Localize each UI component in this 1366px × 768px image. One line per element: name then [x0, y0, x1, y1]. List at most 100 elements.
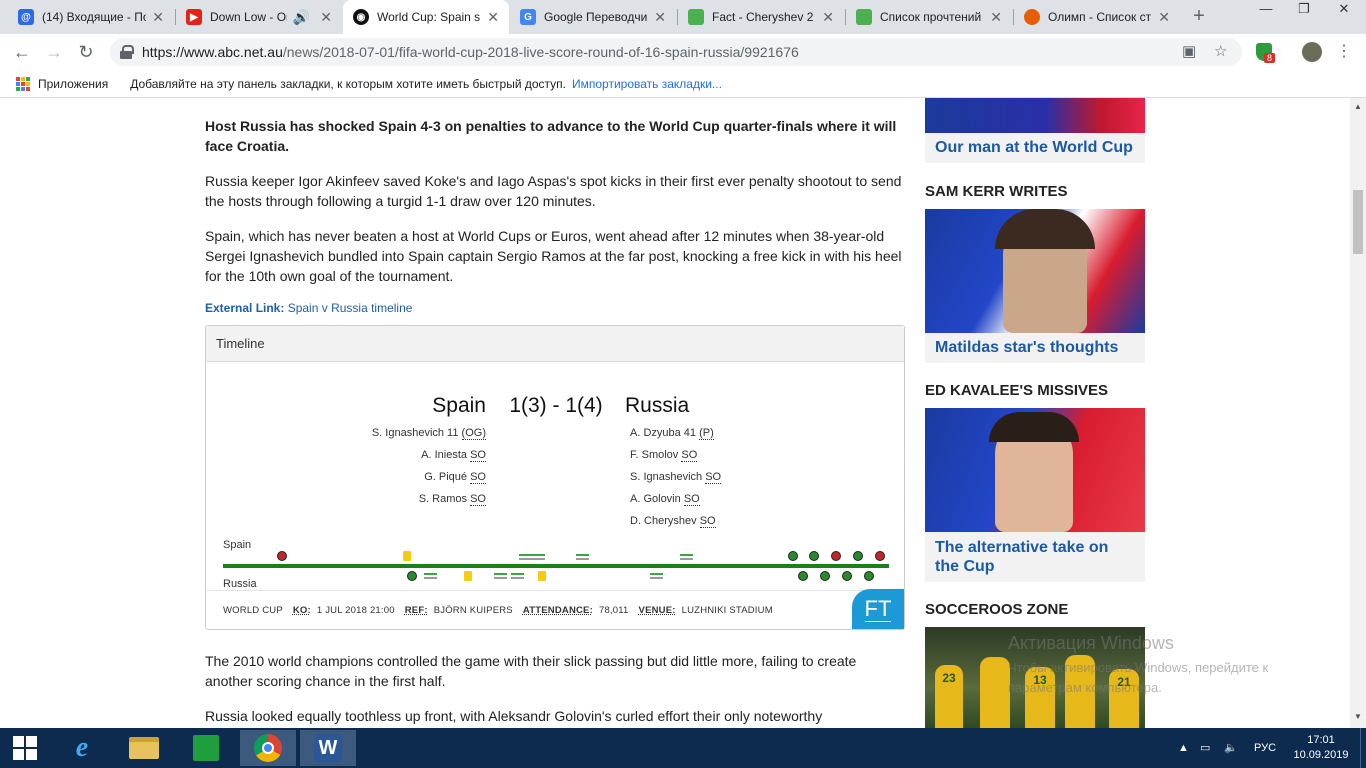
close-tab-icon[interactable]: ✕	[152, 9, 164, 26]
reload-button[interactable]: ↻	[74, 40, 98, 64]
tab-google-translate[interactable]: G Google Переводчи ✕	[510, 0, 676, 34]
forward-button[interactable]: →	[42, 40, 66, 64]
scorer: A. Golovin SO	[630, 493, 700, 506]
import-bookmarks-link[interactable]: Импортировать закладки...	[572, 77, 722, 91]
timeline-footer: WORLD CUP KO: 1 JUL 2018 21:00 REF: BJÖRN …	[206, 590, 906, 630]
card-our-man[interactable]: Our man at the World Cup	[925, 98, 1145, 163]
volume-icon[interactable]: 🔈	[1224, 728, 1238, 768]
timeline-header: Timeline	[206, 326, 904, 362]
speaker-icon[interactable]: 🔊	[293, 9, 310, 26]
penalty-scored-icon[interactable]	[842, 571, 852, 581]
penalty-scored-icon[interactable]	[788, 551, 798, 561]
tab-fact[interactable]: Fact - Cheryshev 2 ✕	[678, 0, 844, 34]
taskbar-ie[interactable]: e	[56, 730, 108, 766]
restore-button[interactable]: ❐	[1284, 0, 1324, 20]
card-caption[interactable]: Matildas star's thoughts	[925, 333, 1145, 363]
close-tab-icon[interactable]: ✕	[487, 9, 499, 26]
match-timeline: Timeline Spain 1(3) - 1(4) Russia S. Ign…	[205, 325, 906, 630]
goal-icon[interactable]	[407, 571, 417, 581]
article-paragraph: The 2010 world champions controlled the …	[205, 653, 857, 689]
activation-watermark-title: Активация Windows	[1008, 633, 1174, 653]
close-tab-icon[interactable]: ✕	[822, 9, 834, 26]
address-bar[interactable]: https://www.abc.net.au/news/2018-07-01/f…	[110, 38, 1242, 66]
new-tab-button[interactable]: +	[1187, 4, 1211, 28]
apps-icon[interactable]	[16, 76, 30, 91]
substitution-icon[interactable]	[650, 572, 663, 580]
activation-watermark-text: Чтобы активировать Windows, перейдите к …	[1008, 660, 1269, 695]
youtube-icon: ▶	[186, 9, 202, 25]
substitution-icon[interactable]	[576, 553, 589, 561]
card-ed-kavalee[interactable]: The alternative take on the Cup	[925, 408, 1145, 582]
chrome-icon	[254, 734, 282, 762]
card-sam-kerr[interactable]: Matildas star's thoughts	[925, 209, 1145, 363]
penalty-missed-icon[interactable]	[875, 551, 885, 561]
tab-abc-news[interactable]: ◉ World Cup: Spain s ✕	[343, 0, 509, 34]
scorer: S. Ignashevich 11 (OG)	[371, 427, 486, 440]
substitution-icon[interactable]	[519, 553, 532, 561]
lock-icon	[120, 45, 134, 59]
close-tab-icon[interactable]: ✕	[320, 9, 332, 26]
penalty-missed-icon[interactable]	[831, 551, 841, 561]
extension-shield-icon[interactable]: 8	[1256, 43, 1276, 63]
substitution-icon[interactable]	[424, 572, 437, 580]
scorer: F. Smolov SO	[630, 449, 698, 462]
browser-toolbar: ← → ↻ https://www.abc.net.au/news/2018-0…	[0, 34, 1366, 70]
back-button[interactable]: ←	[10, 40, 34, 64]
away-scorers: A. Dzyuba 41 (P) F. Smolov SO S. Ignashe…	[630, 422, 722, 532]
penalty-scored-icon[interactable]	[809, 551, 819, 561]
penalty-scored-icon[interactable]	[798, 571, 808, 581]
external-link[interactable]: External Link: Spain v Russia timeline	[205, 301, 905, 315]
system-clock[interactable]: 17:01 10.09.2019	[1288, 733, 1354, 763]
show-desktop-button[interactable]	[1360, 728, 1366, 768]
scroll-thumb[interactable]	[1353, 190, 1363, 254]
input-language[interactable]: РУС	[1254, 728, 1276, 768]
substitution-icon[interactable]	[532, 553, 545, 561]
taskbar-word[interactable]: W	[300, 730, 356, 766]
timeline-away-label: Russia	[223, 578, 257, 590]
full-time-badge: FT	[852, 589, 904, 629]
tab-olimp[interactable]: Олимп - Список ст ✕	[1014, 0, 1180, 34]
menu-kebab-icon[interactable]: ⋮	[1336, 40, 1352, 64]
tab-youtube[interactable]: ▶ Down Low - Or 🔊 ✕	[176, 0, 342, 34]
article-paragraph: Russia looked equally toothless up front…	[205, 708, 823, 724]
taskbar-explorer[interactable]	[118, 730, 170, 766]
substitution-icon[interactable]	[494, 572, 507, 580]
scroll-up-arrow[interactable]: ▲	[1354, 102, 1362, 111]
card-caption[interactable]: The alternative take on the Cup	[925, 532, 1145, 582]
yellow-card-icon[interactable]	[464, 571, 472, 581]
folder-icon	[129, 737, 159, 759]
start-button[interactable]	[0, 730, 50, 766]
penalty-scored-icon[interactable]	[820, 571, 830, 581]
substitution-icon[interactable]	[511, 572, 524, 580]
store-icon	[193, 735, 219, 761]
taskbar-chrome[interactable]	[240, 730, 296, 766]
profile-avatar[interactable]	[1302, 42, 1322, 62]
tab-reading-list[interactable]: Список прочтений ✕	[846, 0, 1012, 34]
yellow-card-icon[interactable]	[403, 551, 411, 561]
vertical-scrollbar[interactable]: ▲ ▼	[1350, 98, 1366, 728]
tab-strip: @ (14) Входящие - По ✕ ▶ Down Low - Or 🔊…	[0, 0, 1366, 34]
abc-logo-icon: ◉	[353, 9, 369, 25]
close-tab-icon[interactable]: ✕	[654, 9, 666, 26]
minimize-button[interactable]: —	[1246, 0, 1286, 20]
apps-link[interactable]: Приложения	[38, 77, 108, 91]
yellow-card-icon[interactable]	[538, 571, 546, 581]
penalty-scored-icon[interactable]	[853, 551, 863, 561]
scorer: D. Cheryshev SO	[630, 515, 716, 528]
close-window-button[interactable]: ✕	[1324, 0, 1364, 20]
translate-icon[interactable]: ▣	[1182, 42, 1196, 60]
own-goal-icon[interactable]	[277, 551, 287, 561]
tray-chevron-icon[interactable]: ▲	[1178, 728, 1189, 768]
penalty-scored-icon[interactable]	[864, 571, 874, 581]
windows-logo-icon	[13, 736, 37, 760]
taskbar-store[interactable]	[180, 730, 232, 766]
substitution-icon[interactable]	[680, 553, 693, 561]
close-tab-icon[interactable]: ✕	[1158, 9, 1170, 26]
tab-mail[interactable]: @ (14) Входящие - По ✕	[8, 0, 174, 34]
bookmark-star-icon[interactable]: ☆	[1214, 42, 1227, 60]
scroll-down-arrow[interactable]: ▼	[1354, 712, 1362, 721]
scorer: G. Piqué SO	[424, 471, 486, 484]
card-caption[interactable]: Our man at the World Cup	[925, 133, 1145, 163]
close-tab-icon[interactable]: ✕	[990, 9, 1002, 26]
network-icon[interactable]: ▭	[1200, 728, 1210, 768]
